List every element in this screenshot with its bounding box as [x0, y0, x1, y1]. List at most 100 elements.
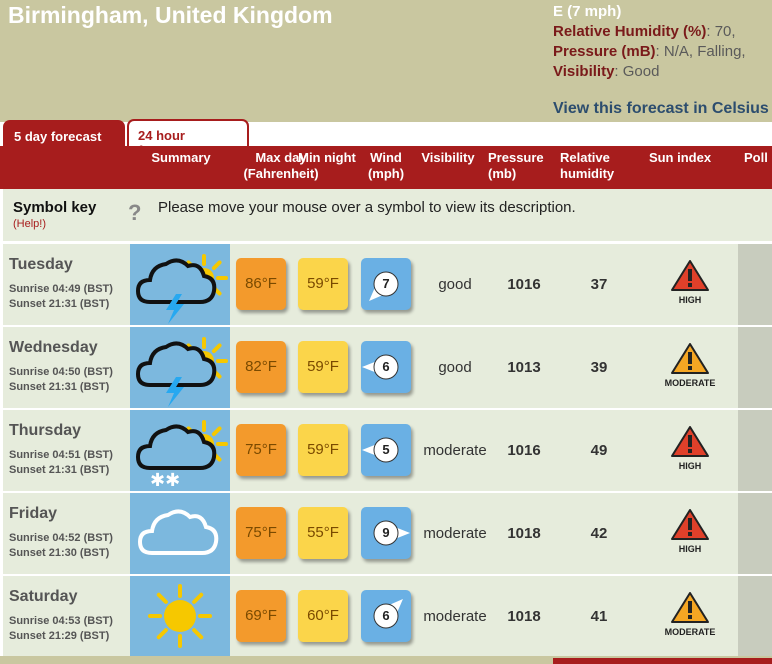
sunrise-time: Sunrise 04:52 (BST)	[9, 532, 113, 544]
forecast-row: Wednesday Sunrise 04:50 (BST) Sunset 21:…	[3, 327, 772, 408]
symbol-key-title: Symbol key	[13, 199, 97, 216]
forecast-row: Friday Sunrise 04:52 (BST) Sunset 21:30 …	[3, 493, 772, 574]
min-temperature[interactable]: 60°F	[298, 590, 348, 642]
wind-direction-icon[interactable]: 5	[361, 424, 411, 476]
symbol-key-row: Symbol key (Help!) ? Please move your mo…	[3, 189, 772, 241]
sun-times: Sunrise 04:49 (BST) Sunset 21:31 (BST)	[9, 282, 113, 312]
pressure-value: 1018	[507, 525, 541, 542]
wind-speed: 5	[382, 442, 390, 457]
celsius-link[interactable]: View this forecast in Celsius	[553, 100, 769, 118]
humidity-label: Relative Humidity (%)	[553, 23, 707, 40]
wind-direction-icon[interactable]: 6	[361, 341, 411, 393]
day-name: Friday	[9, 505, 58, 522]
sun-icon[interactable]	[130, 576, 230, 657]
wind-direction-icon[interactable]: 6	[361, 590, 411, 642]
max-temperature[interactable]: 75°F	[236, 507, 286, 559]
sunrise-time: Sunrise 04:51 (BST)	[9, 449, 113, 461]
sun-index-label: HIGH	[678, 295, 702, 305]
visibility-value: good	[438, 276, 472, 293]
max-temperature[interactable]: 86°F	[236, 258, 286, 310]
visibility-value: moderate	[423, 608, 487, 625]
max-temperature[interactable]: 69°F	[236, 590, 286, 642]
pollen-cell	[738, 493, 772, 574]
page-footer	[0, 656, 772, 664]
sunset-time: Sunset 21:31 (BST)	[9, 381, 110, 393]
col-summary: Summary	[151, 150, 211, 165]
sunrise-time: Sunrise 04:50 (BST)	[9, 366, 113, 378]
sun-index-warning-icon[interactable]: MODERATE	[648, 341, 732, 388]
cloud-icon[interactable]	[130, 493, 230, 574]
humidity-value: : 70,	[706, 23, 736, 40]
col-wind: Wind (mph)	[367, 150, 405, 181]
wind-direction-icon[interactable]: 7	[361, 258, 411, 310]
min-temperature[interactable]: 59°F	[298, 341, 348, 393]
day-name: Saturday	[9, 588, 78, 605]
thunder-sun-icon[interactable]	[130, 327, 230, 408]
forecast-row: Thursday Sunrise 04:51 (BST) Sunset 21:3…	[3, 410, 772, 491]
sun-index-warning-icon[interactable]: HIGH	[648, 424, 732, 471]
sun-index-warning-icon[interactable]: MODERATE	[648, 590, 732, 637]
help-question-icon[interactable]: ?	[128, 200, 141, 226]
humidity-value: 49	[590, 442, 608, 459]
pollen-cell	[738, 576, 772, 657]
sun-index-label: MODERATE	[664, 627, 716, 637]
sun-index-label: MODERATE	[664, 378, 716, 388]
sun-times: Sunrise 04:53 (BST) Sunset 21:29 (BST)	[9, 614, 113, 644]
snow-sun-icon[interactable]: ✱✱	[130, 410, 230, 491]
sun-times: Sunrise 04:51 (BST) Sunset 21:31 (BST)	[9, 448, 113, 478]
page-header: Birmingham, United Kingdom E (7 mph) Rel…	[0, 0, 772, 122]
sunrise-time: Sunrise 04:49 (BST)	[9, 283, 113, 295]
min-temperature[interactable]: 59°F	[298, 258, 348, 310]
wind-reading: E (7 mph)	[553, 3, 622, 20]
sunrise-time: Sunrise 04:53 (BST)	[9, 615, 113, 627]
col-sun-index: Sun index	[648, 150, 712, 165]
pressure-value: 1013	[507, 359, 541, 376]
sun-times: Sunrise 04:52 (BST) Sunset 21:30 (BST)	[9, 531, 113, 561]
forecast-tabs: 5 day forecast 24 hour forecast	[0, 117, 772, 158]
tab-24-hour[interactable]: 24 hour forecast	[127, 119, 249, 158]
min-temperature[interactable]: 55°F	[298, 507, 348, 559]
city-title: Birmingham, United Kingdom	[8, 2, 333, 28]
humidity-value: 37	[590, 276, 608, 293]
humidity-value: 41	[590, 608, 608, 625]
footer-accent	[553, 658, 772, 664]
humidity-value: 42	[590, 525, 608, 542]
sun-index-warning-icon[interactable]: HIGH	[648, 258, 732, 305]
sun-index-label: HIGH	[678, 461, 702, 471]
visibility-value: good	[438, 359, 472, 376]
wind-direction-icon[interactable]: 9	[361, 507, 411, 559]
visibility-value: moderate	[423, 442, 487, 459]
col-humidity: Relative humidity	[560, 150, 615, 181]
sunset-time: Sunset 21:31 (BST)	[9, 464, 110, 476]
max-temperature[interactable]: 75°F	[236, 424, 286, 476]
wind-speed: 6	[382, 608, 390, 623]
sunset-time: Sunset 21:29 (BST)	[9, 630, 110, 642]
col-pollen: Poll	[744, 150, 768, 165]
tab-5-day[interactable]: 5 day forecast	[3, 120, 125, 148]
current-observations: E (7 mph) Relative Humidity (%): 70, Pre…	[553, 2, 746, 82]
pressure-label: Pressure (mB)	[553, 43, 656, 60]
symbol-key-message: Please move your mouse over a symbol to …	[158, 199, 576, 216]
thunder-sun-icon[interactable]	[130, 244, 230, 325]
sun-index-label: HIGH	[678, 544, 702, 554]
col-min-night: Min night	[298, 150, 356, 165]
pressure-value: 1018	[507, 608, 541, 625]
wind-speed: 9	[382, 525, 390, 540]
min-temperature[interactable]: 59°F	[298, 424, 348, 476]
pressure-value: 1016	[507, 442, 541, 459]
pollen-cell	[738, 327, 772, 408]
sun-index-warning-icon[interactable]: HIGH	[648, 507, 732, 554]
visibility-label: Visibility	[553, 63, 615, 80]
column-headers: Summary Max day (Fahrenheit) Min night W…	[0, 146, 772, 189]
day-name: Wednesday	[9, 339, 98, 356]
sun-times: Sunrise 04:50 (BST) Sunset 21:31 (BST)	[9, 365, 113, 395]
symbol-key-help-link[interactable]: (Help!)	[13, 218, 46, 230]
sunset-time: Sunset 21:31 (BST)	[9, 298, 110, 310]
svg-text:✱✱: ✱✱	[150, 470, 180, 491]
col-visibility: Visibility	[421, 150, 475, 165]
pressure-value: 1016	[507, 276, 541, 293]
sunset-time: Sunset 21:30 (BST)	[9, 547, 110, 559]
visibility-value: : Good	[614, 63, 660, 80]
forecast-row: Saturday Sunrise 04:53 (BST) Sunset 21:2…	[3, 576, 772, 657]
max-temperature[interactable]: 82°F	[236, 341, 286, 393]
